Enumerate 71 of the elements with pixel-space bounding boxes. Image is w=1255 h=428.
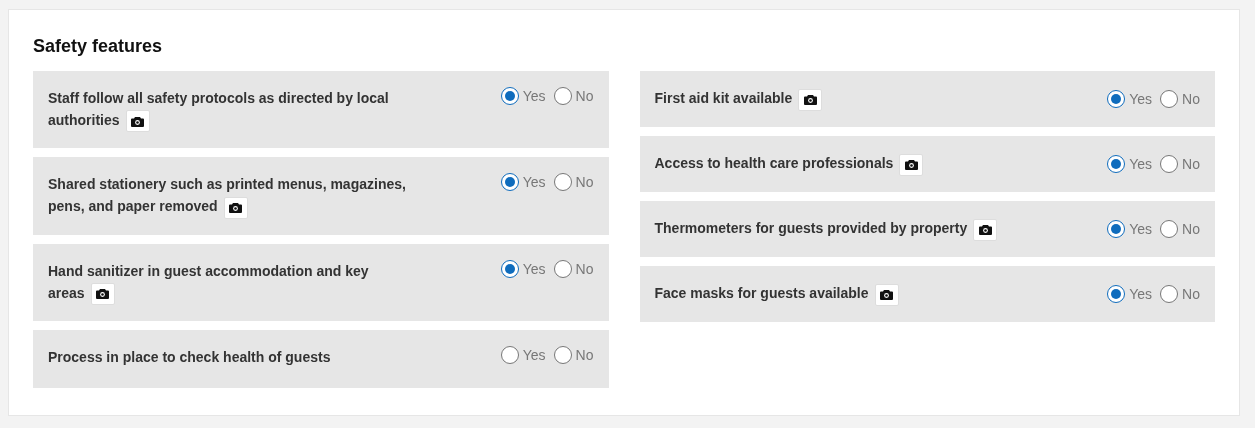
radio-option[interactable]: No [553,259,594,278]
radio-button[interactable] [553,173,572,192]
radio-option[interactable]: No [553,345,594,364]
question-label: Hand sanitizer in guest accommodation and key areas [48,259,408,305]
question-label: First aid kit available [654,87,823,111]
photo-button[interactable] [798,88,823,111]
radio-option[interactable]: Yes [500,87,546,105]
camera-icon [229,202,243,214]
option-label: No [575,88,594,104]
radio-option[interactable]: Yes [500,345,546,364]
camera-icon [803,94,817,106]
radio-button[interactable] [553,345,572,364]
radio-button[interactable] [1160,285,1179,303]
camera-icon [904,159,918,171]
radio-option[interactable]: Yes [500,259,546,278]
radio-option[interactable]: No [1160,90,1200,108]
option-label: No [1182,221,1200,237]
option-label: Yes [1129,286,1153,302]
radio-button[interactable] [500,87,519,105]
radio-button[interactable] [1107,220,1126,238]
question-label: Process in place to check health of guests [48,347,331,367]
option-label: Yes [522,346,546,363]
radio-option[interactable]: Yes [500,173,546,192]
photo-button[interactable] [874,283,899,306]
option-label: Yes [1129,156,1153,172]
option-label: No [575,346,594,363]
camera-icon [880,289,893,301]
question-label: Thermometers for guests provided by property [654,217,998,241]
option-label: No [1182,91,1200,107]
radio-option[interactable]: No [553,173,594,192]
radio-option[interactable]: No [553,87,594,105]
radio-option[interactable]: No [1160,285,1200,303]
option-label: Yes [1129,221,1153,237]
option-label: Yes [522,174,546,191]
radio-option[interactable]: No [1160,155,1200,173]
option-label: No [1182,156,1200,172]
question-label: Access to health care professionals [654,152,924,176]
radio-button[interactable] [500,173,519,192]
radio-button[interactable] [553,87,572,105]
radio-button[interactable] [1107,90,1126,108]
camera-icon [131,115,145,127]
radio-option[interactable]: Yes [1107,90,1153,108]
radio-option[interactable]: Yes [1107,285,1153,303]
question-label: Staff follow all safety protocols as directed by local authorities [48,87,408,133]
option-label: No [575,260,594,277]
photo-button[interactable] [899,153,924,176]
radio-button[interactable] [1160,220,1179,238]
radio-button[interactable] [500,345,519,364]
radio-button[interactable] [500,259,519,278]
radio-button[interactable] [553,259,572,278]
photo-button[interactable] [90,282,115,305]
radio-button[interactable] [1107,155,1126,173]
option-label: Yes [1129,91,1153,107]
question-label: Face masks for guests available [654,282,899,306]
question-label: Shared stationery such as printed menus, magazines, pens, and paper removed [48,173,408,219]
photo-button[interactable] [125,110,150,133]
camera-icon [96,288,110,300]
camera-icon [978,224,992,236]
radio-option[interactable]: Yes [1107,155,1153,173]
option-label: Yes [522,88,546,104]
radio-button[interactable] [1160,155,1179,173]
option-label: No [1182,286,1200,302]
option-label: Yes [522,260,546,277]
radio-button[interactable] [1160,90,1179,108]
radio-option[interactable]: Yes [1107,220,1153,238]
photo-button[interactable] [973,218,998,241]
section-title: Safety features [33,36,164,57]
radio-option[interactable]: No [1160,220,1200,238]
option-label: No [575,174,594,191]
photo-button[interactable] [223,196,248,219]
radio-button[interactable] [1107,285,1126,303]
